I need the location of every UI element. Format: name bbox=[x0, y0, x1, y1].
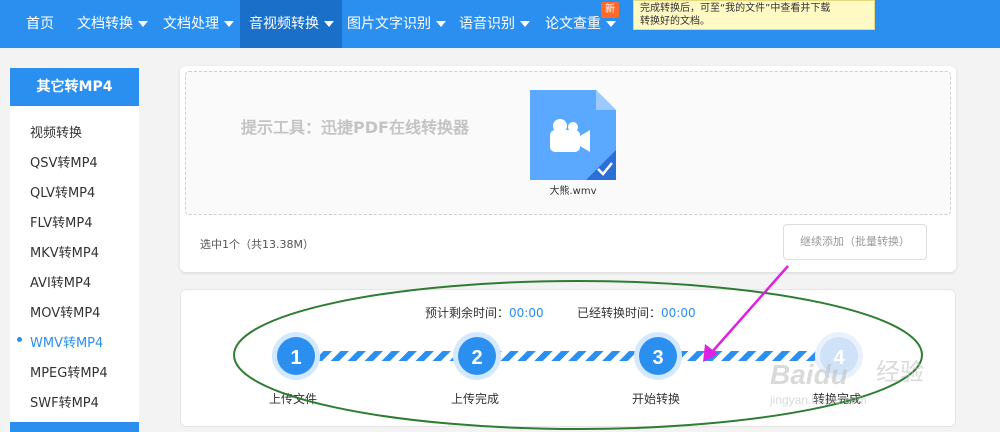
sidebar-item-wmv[interactable]: WMV转MP4 bbox=[30, 332, 103, 351]
sidebar-item-video-convert[interactable]: 视频转换 bbox=[30, 122, 82, 141]
step-2-number: 2 bbox=[471, 347, 482, 369]
active-dot-icon bbox=[17, 337, 22, 342]
nav-image-ocr-label: 图片文字识别 bbox=[347, 16, 431, 32]
nav-doc-process[interactable]: 文档处理 bbox=[163, 0, 234, 48]
chevron-down-icon bbox=[324, 21, 334, 27]
step-1: 1 bbox=[272, 332, 320, 380]
file-drop-zone[interactable]: 提示工具：迅捷PDF在线转换器 大熊.wmv bbox=[185, 71, 951, 215]
sidebar-item-swf[interactable]: SWF转MP4 bbox=[30, 392, 99, 411]
step-3: 3 bbox=[634, 332, 682, 380]
nav-image-ocr[interactable]: 图片文字识别 bbox=[347, 0, 446, 48]
sidebar-item-avi[interactable]: AVI转MP4 bbox=[30, 272, 91, 291]
new-badge: 新 bbox=[601, 2, 619, 18]
nav-speech-recognition[interactable]: 语音识别 bbox=[459, 0, 530, 48]
chevron-down-icon bbox=[224, 21, 234, 27]
video-file-icon bbox=[530, 90, 616, 180]
step-4-label: 转换完成 bbox=[813, 392, 862, 406]
chevron-down-icon bbox=[606, 21, 616, 27]
sidebar-item-flv[interactable]: FLV转MP4 bbox=[30, 212, 93, 231]
file-name: 大熊.wmv bbox=[549, 186, 597, 197]
chevron-down-icon bbox=[138, 21, 148, 27]
tool-hint: 提示工具：迅捷PDF在线转换器 bbox=[241, 118, 469, 137]
sidebar-title: 其它转MP4 bbox=[10, 68, 139, 106]
tooltip-line-1: 完成转换后，可至“我的文件”中查看并下载 bbox=[640, 3, 831, 14]
sidebar: 其它转MP4 视频转换 QSV转MP4 QLV转MP4 FLV转MP4 MKV转… bbox=[10, 68, 139, 432]
progress-steps-graphic: 1 2 3 4 bbox=[272, 332, 863, 380]
nav-home[interactable]: 首页 bbox=[26, 0, 54, 48]
step-4: 4 bbox=[815, 332, 863, 380]
file-tile[interactable]: 大熊.wmv bbox=[530, 90, 616, 200]
tooltip: 完成转换后，可至“我的文件”中查看并下载 转换好的文档。 bbox=[633, 0, 875, 30]
sidebar-item-qlv[interactable]: QLV转MP4 bbox=[30, 182, 95, 201]
progress-card: 预计剩余时间：00:00 已经转换时间：00:00 1 2 3 4 上传文件 上… bbox=[180, 289, 956, 427]
nav-doc-convert-label: 文档转换 bbox=[77, 16, 133, 32]
nav-speech-recognition-label: 语音识别 bbox=[459, 16, 515, 32]
step-2: 2 bbox=[453, 332, 501, 380]
selected-info: 选中1个（共13.38M） bbox=[200, 238, 314, 251]
add-more-button[interactable]: 继续添加（批量转换） bbox=[783, 224, 927, 260]
nav-doc-process-label: 文档处理 bbox=[163, 16, 219, 32]
nav-doc-convert[interactable]: 文档转换 bbox=[77, 0, 148, 48]
sidebar-item-mov[interactable]: MOV转MP4 bbox=[30, 302, 100, 321]
chevron-down-icon bbox=[520, 21, 530, 27]
step-3-number: 3 bbox=[652, 347, 663, 369]
nav-paper-check-label: 论文查重 bbox=[545, 16, 601, 32]
sidebar-item-mpeg[interactable]: MPEG转MP4 bbox=[30, 362, 108, 381]
nav-av-convert-label: 音视频转换 bbox=[249, 16, 319, 32]
nav-home-label: 首页 bbox=[26, 16, 54, 32]
step-4-number: 4 bbox=[833, 347, 845, 369]
step-1-label: 上传文件 bbox=[269, 392, 318, 406]
upload-card: 提示工具：迅捷PDF在线转换器 大熊.wmv 选中1个（共13.38M） 继续添… bbox=[180, 66, 956, 272]
tooltip-line-2: 转换好的文档。 bbox=[640, 16, 710, 27]
sidebar-item-qsv[interactable]: QSV转MP4 bbox=[30, 152, 98, 171]
step-3-label: 开始转换 bbox=[632, 392, 681, 406]
nav-av-convert[interactable]: 音视频转换 bbox=[240, 0, 342, 48]
progress-track bbox=[301, 351, 841, 361]
step-2-label: 上传完成 bbox=[451, 392, 500, 406]
step-1-number: 1 bbox=[290, 347, 301, 369]
sidebar-footer bbox=[10, 422, 139, 432]
chevron-down-icon bbox=[436, 21, 446, 27]
sidebar-item-mkv[interactable]: MKV转MP4 bbox=[30, 242, 99, 261]
